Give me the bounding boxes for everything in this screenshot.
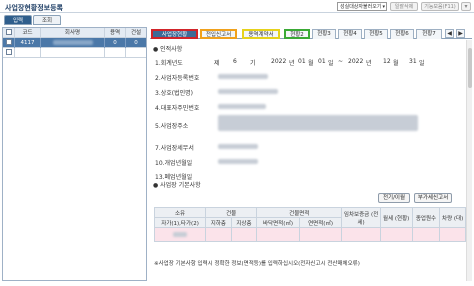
unit-year: 년 bbox=[289, 60, 295, 67]
start-month-input[interactable]: 01 bbox=[298, 58, 306, 65]
tab-move-in-report[interactable]: 전입신고서 bbox=[200, 29, 237, 39]
row-checkbox[interactable] bbox=[3, 38, 15, 48]
tab-status-2[interactable]: 현황2 bbox=[284, 29, 310, 39]
label-business-reg-no: 2.사업자등록번호 bbox=[155, 75, 200, 82]
tax-office-field[interactable] bbox=[218, 142, 268, 151]
address-field[interactable] bbox=[218, 113, 448, 137]
tab-status-5[interactable]: 현황5 bbox=[364, 29, 388, 39]
bulk-delete-button[interactable]: 일괄삭제 bbox=[390, 2, 418, 11]
select-all-checkbox[interactable] bbox=[3, 28, 15, 38]
row-checkbox[interactable] bbox=[3, 48, 15, 58]
cell-total-area[interactable] bbox=[298, 227, 343, 242]
fiscal-term-prefix: 제 bbox=[214, 60, 220, 67]
col-rent: 월세 (현황) bbox=[379, 207, 413, 228]
footer-note: ※사업장 기본사항 입력시 정확한 정보(면적등)를 입력하십시오(전자신고시 … bbox=[154, 261, 360, 267]
label-open-date: 10.개업년월일 bbox=[155, 160, 193, 167]
header-code: 코드 bbox=[15, 28, 41, 38]
company-name-field[interactable] bbox=[218, 87, 293, 96]
rep-id-field[interactable] bbox=[218, 102, 278, 111]
header-construction: 건설 bbox=[130, 30, 142, 36]
section-personal-info: ● 인적사항 bbox=[153, 46, 183, 53]
scrollbar-thumb[interactable] bbox=[468, 48, 472, 88]
label-tax-office: 7.사업장세무서 bbox=[155, 145, 194, 152]
fiscal-term-input[interactable]: 6 bbox=[233, 58, 237, 65]
col-area: 건물면적 bbox=[256, 207, 343, 218]
cell-floor-area[interactable] bbox=[256, 227, 300, 242]
cell-above[interactable] bbox=[230, 227, 258, 242]
chevron-down-icon: ▾ bbox=[382, 4, 385, 10]
col-building: 건물 bbox=[205, 207, 258, 218]
load-dropdown[interactable]: 성실대상자불러오기 ▾ bbox=[337, 2, 387, 11]
col-own-type: 자가(1),타가(2) bbox=[153, 217, 207, 228]
row-company-redacted bbox=[41, 38, 105, 48]
col-deposit: 임차보증금 (전세) bbox=[341, 207, 381, 228]
header-company: 회사명 bbox=[41, 28, 105, 38]
table-row-empty[interactable] bbox=[3, 48, 146, 58]
col-employees: 종업원수 bbox=[411, 207, 441, 228]
tab-view[interactable]: 조회 bbox=[33, 15, 61, 25]
table-row[interactable]: 4117 0 0 bbox=[3, 38, 146, 48]
unit-month: 월 bbox=[308, 60, 314, 67]
label-address: 5.사업장주소 bbox=[155, 123, 189, 130]
open-date-field[interactable] bbox=[218, 157, 268, 166]
start-day-input[interactable]: 01 bbox=[318, 58, 326, 65]
vat-report-button[interactable]: 부가세신고서 bbox=[414, 193, 452, 203]
fiscal-term-unit: 기 bbox=[250, 60, 256, 67]
col-floor-area: 바닥면적(㎡) bbox=[256, 217, 300, 228]
unit-day: 일 bbox=[419, 60, 425, 67]
expand-icon[interactable]: ▾ bbox=[461, 2, 471, 11]
date-separator: ~ bbox=[338, 58, 344, 65]
company-list-header: 코드 회사명 용역 건설 bbox=[3, 28, 146, 38]
header-service: 용역 bbox=[105, 28, 126, 38]
row-code: 4117 bbox=[15, 38, 41, 48]
business-reg-no-field[interactable] bbox=[218, 72, 276, 81]
tab-business-status[interactable]: 사업장현황 bbox=[151, 29, 198, 39]
section-business-basics: ● 사업장 기본사항 bbox=[153, 182, 201, 189]
cell-ownership[interactable] bbox=[153, 227, 207, 242]
tab-status-4[interactable]: 현황4 bbox=[338, 29, 362, 39]
tab-status-6[interactable]: 현황6 bbox=[390, 29, 414, 39]
company-list: 코드 회사명 용역 건설 4117 0 0 bbox=[2, 27, 147, 281]
tab-service-contract[interactable]: 용역계약서 bbox=[242, 29, 280, 39]
end-year-input[interactable]: 2022 bbox=[348, 58, 363, 65]
col-vehicles: 차량 (대) bbox=[439, 207, 466, 228]
tab-input[interactable]: 입력 bbox=[4, 15, 32, 25]
vertical-scrollbar[interactable] bbox=[466, 40, 472, 281]
window-title: 사업장현황정보등록 bbox=[5, 4, 63, 12]
label-company-name: 3.상호(법인명) bbox=[155, 90, 194, 97]
unit-month: 월 bbox=[393, 60, 399, 67]
load-dropdown-label: 성실대상자불러오기 bbox=[340, 4, 382, 10]
end-month-input[interactable]: 12 bbox=[383, 58, 391, 65]
end-day-input[interactable]: 31 bbox=[409, 58, 417, 65]
form-panel: ● 인적사항 1.회계년도 제 6 기 2022 년 01 월 01 일 ~ 2… bbox=[150, 40, 472, 281]
label-rep-id: 4.대표자주민번호 bbox=[155, 105, 200, 112]
cell-vehicles[interactable] bbox=[439, 227, 466, 242]
start-year-input[interactable]: 2022 bbox=[271, 58, 286, 65]
cell-employees[interactable] bbox=[411, 227, 441, 242]
tab-status-3[interactable]: 현황3 bbox=[312, 29, 336, 39]
row-construction: 0 bbox=[134, 40, 138, 46]
building-info-table: 소유 건물 건물면적 임차보증금 (전세) 월세 (현황) 종업원수 차량 (대… bbox=[153, 207, 466, 242]
tab-next-icon[interactable]: ▶ bbox=[456, 29, 465, 38]
tab-strip: 사업장현황 전입신고서 용역계약서 현황2 현황3 현황4 현황5 현황6 현황… bbox=[150, 27, 472, 39]
unit-year: 년 bbox=[366, 60, 372, 67]
col-total-area: 연면적(㎡) bbox=[298, 217, 343, 228]
functions-button[interactable]: 기능모음(F11) bbox=[421, 2, 459, 11]
col-above-ground: 지상층 bbox=[230, 217, 258, 228]
cell-basement[interactable] bbox=[205, 227, 232, 242]
cell-rent[interactable] bbox=[379, 227, 413, 242]
col-ownership: 소유 bbox=[153, 207, 207, 218]
row-service: 0 bbox=[105, 38, 126, 48]
tab-prev-icon[interactable]: ◀ bbox=[445, 29, 454, 38]
label-fiscal-year: 1.회계년도 bbox=[155, 60, 183, 67]
col-basement: 지하층 bbox=[205, 217, 232, 228]
unit-day: 일 bbox=[328, 60, 334, 67]
carry-over-button[interactable]: 전기/이월 bbox=[378, 193, 410, 203]
tab-status-7[interactable]: 현황7 bbox=[416, 29, 442, 39]
cell-deposit[interactable] bbox=[341, 227, 381, 242]
